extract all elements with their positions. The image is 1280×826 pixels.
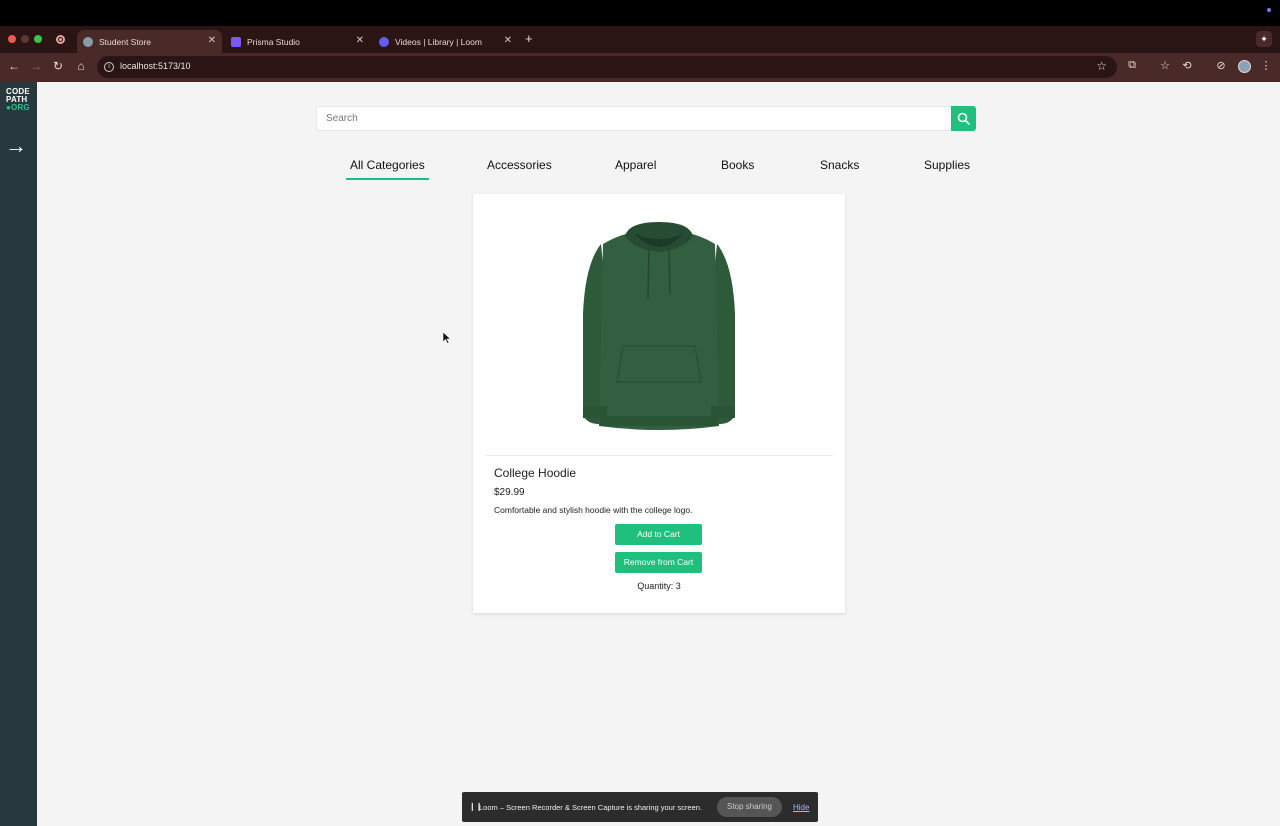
category-snacks[interactable]: Snacks	[820, 158, 859, 172]
system-menu-bar	[0, 0, 1280, 26]
arrow-right-icon[interactable]: →	[5, 133, 27, 159]
remove-from-cart-button[interactable]: Remove from Cart	[615, 552, 702, 573]
loom-sharing-bar: ❙❙ Loom – Screen Recorder & Screen Captu…	[462, 792, 818, 822]
category-supplies[interactable]: Supplies	[924, 158, 970, 172]
prisma-favicon-icon	[231, 36, 241, 47]
tab-loom-library[interactable]: Videos | Library | Loom ✕	[373, 30, 518, 53]
browser-tab-strip: Student Store ✕ Prisma Studio ✕ Videos |…	[0, 26, 1280, 53]
search-icon	[957, 112, 970, 125]
tab-search-icon[interactable]: ⊘	[1214, 59, 1228, 72]
search-input[interactable]	[317, 107, 951, 130]
tab-prisma-studio[interactable]: Prisma Studio ✕	[225, 30, 370, 53]
logo-line: ●ORG	[6, 103, 30, 112]
tab-title: Videos | Library | Loom	[395, 36, 482, 47]
profile-avatar[interactable]	[1238, 60, 1251, 73]
bookmarks-icon[interactable]: ☆	[1158, 59, 1172, 72]
category-nav: All Categories Accessories Apparel Books…	[0, 158, 1280, 180]
close-tab-icon[interactable]: ✕	[208, 35, 216, 46]
reload-icon[interactable]: ↻	[51, 59, 65, 73]
hide-link[interactable]: Hide	[793, 803, 809, 812]
search-bar	[316, 106, 952, 131]
tab-title: Student Store	[99, 36, 151, 47]
status-dot-icon	[1267, 8, 1271, 12]
close-tab-icon[interactable]: ✕	[504, 35, 512, 46]
globe-favicon-icon	[83, 36, 93, 47]
recording-icon	[56, 35, 65, 44]
tab-title: Prisma Studio	[247, 36, 300, 47]
address-bar[interactable]: i localhost:5173/10 ☆	[97, 56, 1117, 78]
product-price: $29.99	[494, 487, 525, 498]
product-name: College Hoodie	[494, 466, 577, 480]
page-content: CODE PATH ●ORG → All Categories Accessor…	[0, 82, 1280, 826]
loom-sharing-message: Loom – Screen Recorder & Screen Capture …	[479, 803, 703, 812]
close-tab-icon[interactable]: ✕	[356, 35, 364, 46]
category-all[interactable]: All Categories	[346, 158, 429, 180]
home-icon[interactable]: ⌂	[74, 59, 88, 73]
add-to-cart-button[interactable]: Add to Cart	[615, 524, 702, 545]
category-apparel[interactable]: Apparel	[615, 158, 656, 172]
minimize-window-button[interactable]	[21, 35, 29, 43]
bookmark-star-icon[interactable]: ☆	[1096, 59, 1107, 73]
codepath-logo[interactable]: CODE PATH ●ORG	[6, 88, 30, 112]
stop-sharing-button[interactable]: Stop sharing	[717, 797, 782, 817]
extensions-puzzle-icon[interactable]: ⧉	[1125, 59, 1139, 72]
browser-toolbar: ← → ↻ ⌂ i localhost:5173/10 ☆ ⧉ ☆ ⟲ ⊘ ⋮	[0, 53, 1280, 82]
forward-arrow-icon[interactable]: →	[29, 59, 43, 73]
tab-student-store[interactable]: Student Store ✕	[77, 30, 222, 53]
site-info-icon[interactable]: i	[104, 62, 114, 72]
product-quantity: Quantity: 3	[637, 581, 681, 591]
ai-sparkle-icon[interactable]: ✦	[1256, 31, 1272, 47]
new-tab-button[interactable]: +	[525, 31, 533, 46]
back-arrow-icon[interactable]: ←	[7, 59, 21, 73]
hoodie-image	[583, 222, 735, 430]
category-books[interactable]: Books	[721, 158, 754, 172]
history-icon[interactable]: ⟲	[1180, 59, 1194, 72]
product-image	[473, 194, 845, 456]
url-text[interactable]: localhost:5173/10	[120, 61, 191, 71]
mouse-cursor-icon	[443, 332, 451, 344]
product-description: Comfortable and stylish hoodie with the …	[494, 505, 693, 515]
category-accessories[interactable]: Accessories	[487, 158, 552, 172]
close-window-button[interactable]	[8, 35, 16, 43]
more-menu-icon[interactable]: ⋮	[1259, 59, 1273, 72]
loom-favicon-icon	[379, 36, 389, 47]
sidebar: CODE PATH ●ORG →	[0, 82, 37, 826]
card-divider	[485, 455, 833, 456]
search-button[interactable]	[951, 106, 976, 131]
maximize-window-button[interactable]	[34, 35, 42, 43]
product-card: College Hoodie $29.99 Comfortable and st…	[473, 194, 845, 613]
